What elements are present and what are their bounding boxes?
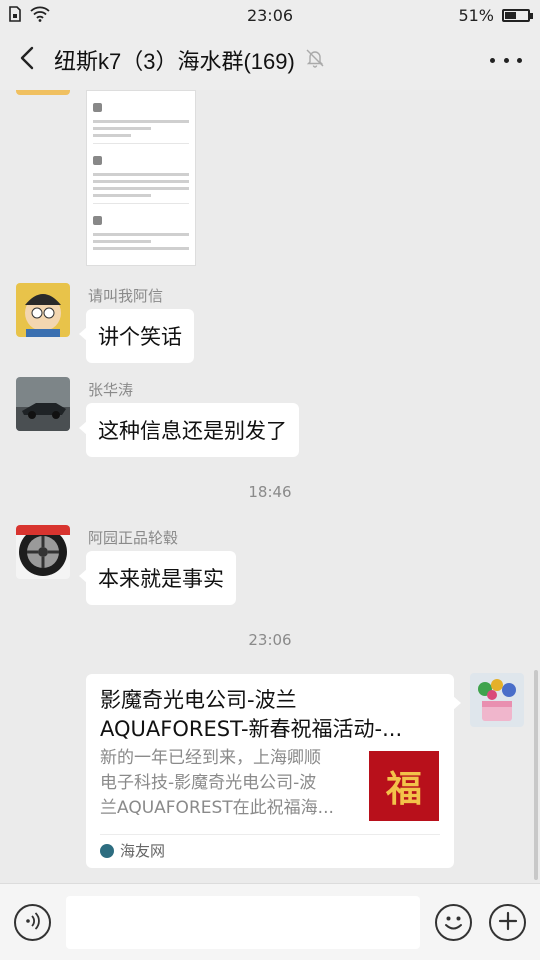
battery-fill	[505, 12, 517, 19]
link-desc-line: 新的一年已经到来，上海卿顺	[100, 748, 321, 768]
plus-button[interactable]	[489, 904, 526, 941]
link-desc-line: 兰AQUAFOREST在此祝福海...	[100, 798, 334, 818]
message-bubble[interactable]: 这种信息还是别发了	[79, 403, 299, 457]
link-thumbnail: 福	[369, 751, 439, 821]
sender-name: 阿园正品轮毂	[88, 529, 179, 547]
input-bar	[0, 883, 540, 960]
more-button[interactable]	[490, 48, 522, 72]
self-avatar[interactable]	[470, 673, 524, 727]
avatar[interactable]	[16, 525, 70, 579]
thumbnail-fu-character: 福	[385, 768, 422, 810]
timestamp: 23:06	[248, 631, 292, 649]
chat-header: 纽斯k7（3）海水群(169)	[0, 30, 540, 90]
voice-icon	[23, 911, 43, 935]
link-title-line: 影魔奇光电公司-波兰	[100, 688, 297, 712]
link-desc-line: 电子科技-影魔奇光电公司-波	[100, 773, 317, 793]
emoji-icon	[437, 916, 470, 943]
back-arrow-icon	[20, 46, 34, 74]
sender-name: 张华涛	[88, 381, 134, 399]
more-icon	[490, 57, 495, 63]
avatar[interactable]	[16, 283, 70, 337]
status-bar: 23:06 51%	[0, 0, 540, 30]
avatar[interactable]	[16, 90, 70, 95]
scrollbar[interactable]	[534, 670, 538, 880]
status-icons-right: 51%	[458, 6, 533, 25]
source-logo-icon	[100, 843, 114, 858]
avatar[interactable]	[16, 377, 70, 431]
chat-title: 纽斯k7（3）海水群(169)	[54, 49, 295, 74]
battery-icon	[502, 9, 533, 22]
divider	[100, 834, 440, 835]
source-name: 海友网	[120, 842, 166, 860]
timestamp: 18:46	[248, 483, 292, 501]
battery-percent: 51%	[458, 6, 494, 25]
message-input[interactable]	[66, 896, 420, 949]
link-card[interactable]: 影魔奇光电公司-波兰 AQUAFOREST-新春祝福活动-... 新的一年已经到…	[86, 674, 461, 868]
link-title-line: AQUAFOREST-新春祝福活动-...	[100, 717, 403, 741]
message-bubble[interactable]: 讲个笑话	[79, 309, 194, 363]
back-button[interactable]	[0, 30, 54, 90]
link-title: 影魔奇光电公司-波兰 AQUAFOREST-新春祝福活动-...	[100, 686, 430, 744]
link-description: 新的一年已经到来，上海卿顺 电子科技-影魔奇光电公司-波 兰AQUAFOREST…	[100, 746, 352, 821]
sender-name: 请叫我阿信	[88, 287, 164, 305]
voice-button[interactable]	[14, 904, 51, 941]
shared-screenshot-image[interactable]	[86, 90, 196, 266]
mute-bell-icon	[305, 48, 325, 72]
plus-icon	[498, 911, 518, 935]
emoji-button[interactable]	[435, 904, 472, 941]
chat-area[interactable]: 请叫我阿信 讲个笑话 张华涛 这种信息还是别发了 18:46 阿园正品轮毂 本来…	[0, 90, 540, 883]
message-bubble[interactable]: 本来就是事实	[79, 551, 236, 605]
link-source: 海友网	[100, 840, 165, 861]
